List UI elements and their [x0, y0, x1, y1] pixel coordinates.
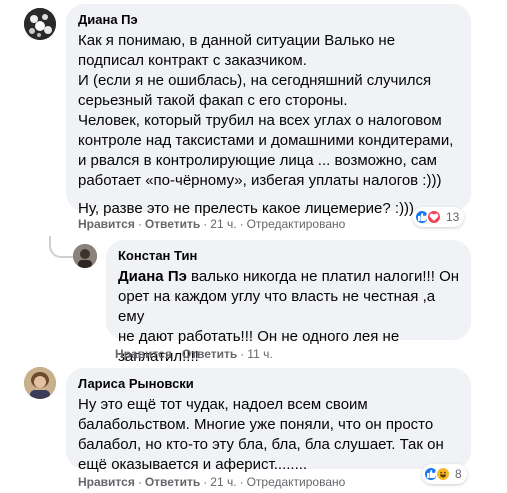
comment-line: работает «по-чёрному», избегая уплаты на…	[78, 172, 442, 189]
separator-dot: ·	[239, 475, 244, 489]
comment-bubble: Диана Пэ Как я понимаю, в данной ситуаци…	[66, 4, 471, 217]
timestamp[interactable]: 11 ч.	[247, 347, 272, 361]
reply-button[interactable]: Ответить	[145, 217, 200, 231]
comment-actions: Нравится · Ответить · 21 ч. · Отредактировано	[78, 216, 345, 232]
comment-line-rest: валько никогда не платил налоги!!! Он	[186, 268, 460, 285]
reaction-count: 13	[446, 210, 460, 224]
comment-line: не дают работать!!! Он не одного лея не	[118, 328, 400, 345]
timestamp[interactable]: 21 ч.	[210, 217, 236, 231]
mention-link[interactable]: Диана Пэ	[118, 268, 187, 285]
comment-line: ещё оказывается и аферист........	[78, 456, 308, 473]
comment-bubble: Лариса Рыновски Ну это ещё тот чудак, на…	[66, 368, 471, 473]
comment-text: Как я понимаю, в данной ситуации Валько …	[78, 31, 459, 219]
timestamp[interactable]: 21 ч.	[210, 475, 236, 489]
reactions-summary[interactable]: 8	[422, 464, 467, 484]
comment-line: контроле над таксистами и домашними конд…	[78, 132, 454, 149]
like-button[interactable]: Нравится	[78, 217, 135, 231]
separator-dot: ·	[174, 347, 179, 361]
comment-line: серьезный такой факап с его стороны.	[78, 92, 348, 109]
comment-line: орет на каждом углу что власть не честна…	[118, 288, 436, 325]
love-icon	[426, 209, 442, 225]
comment-actions: Нравится · Ответить · 11 ч.	[115, 346, 273, 362]
reply-button[interactable]: Ответить	[182, 347, 237, 361]
separator-dot: ·	[203, 475, 208, 489]
reactions-summary[interactable]: 13	[413, 207, 465, 227]
separator-dot: ·	[240, 347, 245, 361]
comment-bubble: Констан Тин Диана Пэ валько никогда не п…	[106, 240, 471, 365]
reaction-count: 8	[455, 467, 462, 481]
avatar-photo-icon	[73, 244, 97, 268]
comment-line: и рвался в контролирующие лица ... возмо…	[78, 152, 437, 169]
reply-button[interactable]: Ответить	[145, 475, 200, 489]
separator-dot: ·	[203, 217, 208, 231]
comment-line: Как я понимаю, в данной ситуации Валько …	[78, 32, 396, 49]
comment-line: балабольством. Многие уже поняли, что он…	[78, 416, 434, 433]
comment-actions: Нравится · Ответить · 21 ч. · Отредактировано	[78, 474, 345, 490]
comment-line: подписал контракт с заказчиком.	[78, 52, 307, 69]
separator-dot: ·	[137, 217, 142, 231]
avatar[interactable]	[24, 367, 56, 399]
avatar[interactable]	[73, 244, 97, 268]
comment-line: Человек, который трубил на всех углах о …	[78, 112, 442, 129]
edited-label[interactable]: Отредактировано	[247, 217, 346, 231]
avatar-photo-icon	[24, 367, 56, 399]
like-button[interactable]: Нравится	[115, 347, 172, 361]
avatar[interactable]	[24, 8, 56, 40]
comment-line: балабол, но кто-то эту бла, бла, бла слу…	[78, 436, 444, 453]
thread-line	[49, 236, 75, 258]
edited-label[interactable]: Отредактировано	[247, 475, 346, 489]
comment-author[interactable]: Лариса Рыновски	[78, 376, 459, 392]
comment-line: Диана Пэ валько никогда не платил налоги…	[118, 267, 459, 287]
avatar-pattern-icon	[24, 8, 56, 40]
separator-dot: ·	[137, 475, 142, 489]
like-button[interactable]: Нравится	[78, 475, 135, 489]
comment-text: Ну это ещё тот чудак, надоел всем своим …	[78, 395, 459, 475]
comment-author[interactable]: Констан Тин	[118, 248, 459, 264]
separator-dot: ·	[239, 217, 244, 231]
comment-line: И (если я не ошиблась), на сегодняшний с…	[78, 72, 432, 89]
haha-icon	[435, 466, 451, 482]
comment-line: Ну это ещё тот чудак, надоел всем своим	[78, 396, 368, 413]
comment-author[interactable]: Диана Пэ	[78, 12, 459, 28]
